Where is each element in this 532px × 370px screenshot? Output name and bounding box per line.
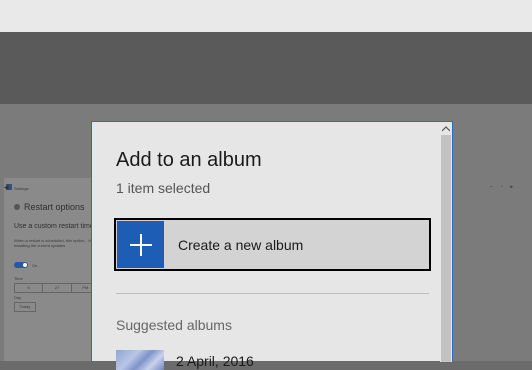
time-picker: 5 27 PM bbox=[14, 283, 100, 293]
album-name: 2 April, 2016 bbox=[176, 353, 254, 369]
settings-heading: Restart options bbox=[24, 202, 85, 212]
plus-icon bbox=[117, 221, 164, 268]
header-band bbox=[0, 32, 532, 104]
album-item[interactable]: 2 April, 2016 bbox=[116, 350, 426, 370]
time-hour: 5 bbox=[15, 284, 44, 292]
toggle-switch bbox=[14, 262, 28, 268]
gear-icon bbox=[14, 204, 20, 210]
selection-count: 1 item selected bbox=[116, 180, 211, 196]
album-thumbnail bbox=[116, 350, 164, 370]
create-new-album-button[interactable]: Create a new album bbox=[114, 218, 431, 271]
background-settings-window: Settings Restart options Use a custom re… bbox=[4, 178, 104, 361]
add-to-album-dialog: Add to an album 1 item selected Create a… bbox=[91, 121, 453, 370]
top-bar bbox=[0, 0, 532, 32]
time-minute: 27 bbox=[43, 284, 72, 292]
settings-subheading: Use a custom restart time bbox=[14, 223, 94, 230]
settings-paragraph: When a restart is scheduled, this option… bbox=[14, 238, 97, 248]
scrollbar-thumb[interactable] bbox=[441, 135, 451, 362]
suggested-albums-header: Suggested albums bbox=[116, 317, 232, 333]
create-new-album-label: Create a new album bbox=[178, 237, 304, 253]
settings-window-title: Settings bbox=[14, 186, 29, 191]
time-label: Time bbox=[14, 276, 23, 281]
toggle-label: On bbox=[32, 263, 38, 268]
plus-icon-glyph bbox=[129, 233, 152, 256]
scrollbar[interactable] bbox=[440, 122, 452, 362]
scroll-up-arrow-icon[interactable] bbox=[440, 124, 452, 134]
day-label: Day bbox=[14, 295, 22, 300]
back-arrow-icon: ◀ bbox=[4, 185, 9, 191]
divider bbox=[116, 293, 429, 294]
window-controls: –▫▸ bbox=[490, 184, 522, 190]
day-select: Today bbox=[14, 302, 36, 312]
dialog-title: Add to an album bbox=[116, 149, 262, 171]
